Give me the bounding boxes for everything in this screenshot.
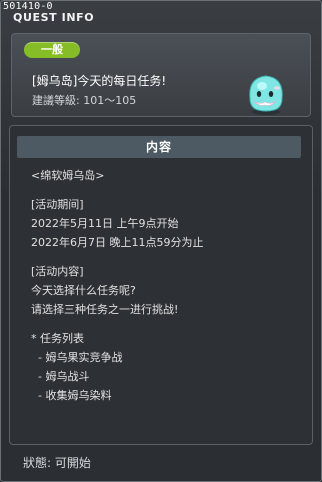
content-line: 今天选择什么任务呢? (31, 284, 136, 297)
content-line: <绵软姆乌岛> (31, 169, 105, 182)
quest-status: 狀態: 可開始 (23, 456, 91, 470)
content-line: [活动期间] (31, 198, 84, 211)
window-title[interactable]: QUEST INFO (13, 11, 94, 24)
recommended-level: 建議等級: 101～105 (32, 94, 137, 107)
quest-type-badge: 一般 (24, 42, 80, 58)
content-line: 2022年5月11日 上午9点开始 (31, 217, 179, 230)
content-line: - 姆乌战斗 (31, 370, 90, 383)
quest-info-window: 501410-0 QUEST INFO 一般 [姆乌岛]今天的每日任务! 建議等… (0, 0, 322, 482)
content-line: * 任务列表 (31, 332, 84, 345)
quest-name: [姆乌岛]今天的每日任务! (32, 74, 167, 88)
content-body: <绵软姆乌岛> [活动期间] 2022年5月11日 上午9点开始 2022年6月… (31, 166, 301, 405)
content-header: 内容 (17, 136, 301, 158)
content-line: 2022年6月7日 晚上11点59分为止 (31, 236, 204, 249)
mascot-icon (240, 68, 292, 116)
content-line: - 收集姆乌染料 (31, 389, 112, 402)
content-line: [活动内容] (31, 265, 84, 278)
quest-header-panel: 一般 [姆乌岛]今天的每日任务! 建議等級: 101～105 (11, 33, 311, 117)
content-line: - 姆乌果实竞争战 (31, 351, 123, 364)
content-panel: 内容 <绵软姆乌岛> [活动期间] 2022年5月11日 上午9点开始 2022… (9, 125, 313, 445)
content-line: 请选择三种任务之一进行挑战! (31, 303, 179, 316)
